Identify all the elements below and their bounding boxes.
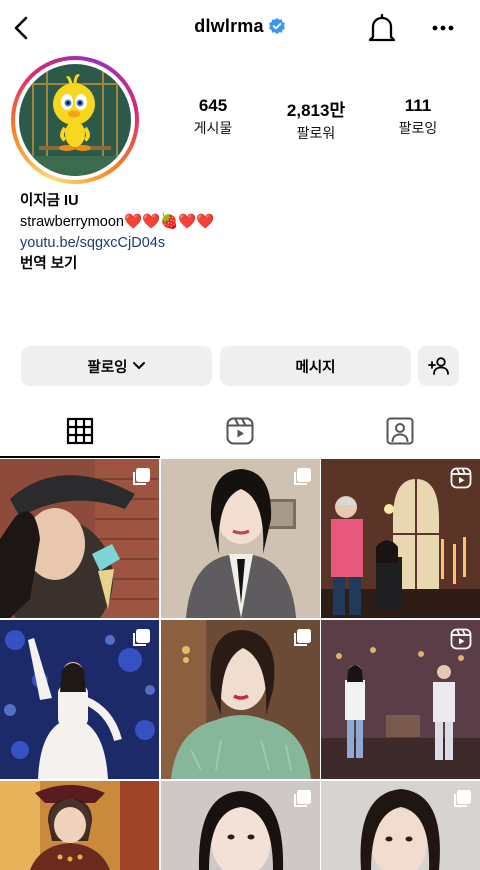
username-title: dlwlrma <box>194 16 264 36</box>
followers-count: 2,813만 <box>286 101 346 120</box>
following-stat[interactable]: 111 팔로잉 <box>373 96 463 138</box>
followers-stat[interactable]: 2,813만 팔로워 <box>271 96 361 143</box>
bio-line: strawberrymoon❤️❤️🍓❤️❤️ <box>20 212 460 233</box>
multi-photo-icon <box>292 628 312 653</box>
following-label: 팔로잉 <box>398 120 438 136</box>
post-thumbnail[interactable] <box>161 781 320 870</box>
add-user-icon <box>427 357 449 375</box>
following-count: 111 <box>404 96 432 115</box>
following-button[interactable]: 팔로잉 <box>21 346 212 386</box>
story-ring[interactable] <box>11 56 139 184</box>
profile-bio: 이지금 IU strawberrymoon❤️❤️🍓❤️❤️ youtu.be/… <box>20 191 460 275</box>
message-button[interactable]: 메시지 <box>220 346 411 386</box>
multi-photo-icon <box>452 789 472 814</box>
multi-photo-icon <box>292 789 312 814</box>
multi-photo-icon <box>131 628 151 653</box>
post-thumbnail[interactable] <box>0 781 159 870</box>
translate-link[interactable]: 번역 보기 <box>20 254 460 275</box>
message-button-label: 메시지 <box>295 359 336 376</box>
more-options-button[interactable] <box>428 16 458 40</box>
post-thumbnail[interactable] <box>321 781 480 870</box>
post-thumbnail[interactable] <box>321 459 480 618</box>
profile-tabs <box>0 404 480 458</box>
post-thumbnail[interactable] <box>0 459 159 618</box>
tweety-bird-avatar <box>19 64 131 176</box>
profile-link[interactable]: youtu.be/sqgxcCjD04s <box>20 233 460 254</box>
tagged-person-icon <box>386 417 414 445</box>
more-options-icon <box>432 25 454 31</box>
post-thumbnail[interactable] <box>161 620 320 779</box>
reels-icon <box>450 467 472 494</box>
notifications-button[interactable] <box>366 12 398 46</box>
add-user-button[interactable] <box>418 346 459 386</box>
display-name: 이지금 IU <box>20 193 79 209</box>
post-thumbnail[interactable] <box>0 620 159 779</box>
posts-count: 645 <box>198 96 228 115</box>
post-thumbnail[interactable] <box>321 620 480 779</box>
post-thumbnail[interactable] <box>161 459 320 618</box>
tagged-tab[interactable] <box>320 404 480 458</box>
profile-header: dlwlrma <box>0 0 480 56</box>
multi-photo-icon <box>131 467 151 492</box>
bio-emoji: ❤️❤️🍓❤️❤️ <box>123 214 215 230</box>
bio-text: strawberrymoon <box>20 214 124 230</box>
reels-icon <box>450 628 472 655</box>
chevron-down-icon <box>132 362 145 369</box>
posts-grid <box>0 459 480 870</box>
verified-badge-icon <box>268 17 286 40</box>
posts-stat[interactable]: 645 게시물 <box>168 96 258 138</box>
bell-icon <box>368 13 396 42</box>
grid-icon <box>66 417 94 445</box>
posts-label: 게시물 <box>193 120 233 136</box>
multi-photo-icon <box>292 467 312 492</box>
following-button-label: 팔로잉 <box>87 359 128 376</box>
reels-icon <box>226 417 254 445</box>
followers-label: 팔로워 <box>296 125 336 141</box>
grid-tab[interactable] <box>0 404 160 458</box>
reels-tab[interactable] <box>160 404 320 458</box>
